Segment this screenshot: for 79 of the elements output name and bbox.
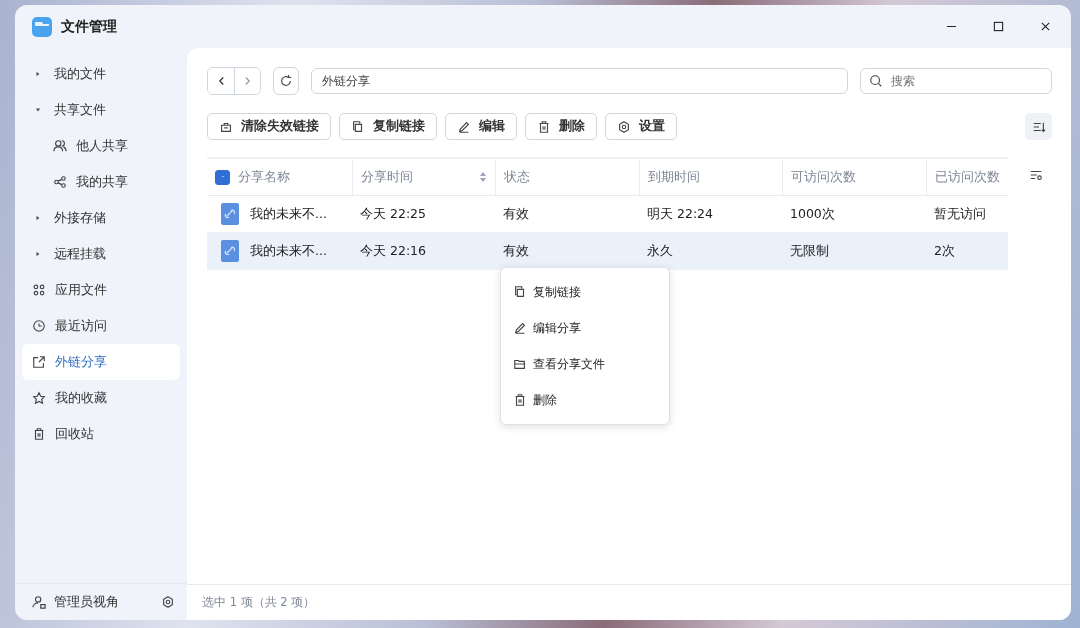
table-cell: 有效 — [503, 242, 529, 260]
toolbar-button[interactable]: 设置 — [605, 113, 677, 140]
menu-item[interactable]: 编辑分享 — [501, 310, 669, 346]
share-icon — [32, 355, 46, 369]
column-label: 到期时间 — [648, 168, 700, 186]
sidebar-item[interactable]: 回收站 — [22, 416, 180, 452]
table-cell: 有效 — [503, 205, 529, 223]
admin-view-label[interactable]: 管理员视角 — [54, 593, 119, 611]
sidebar-item[interactable]: 共享文件 — [22, 92, 180, 128]
toolbar-button[interactable]: 清除失效链接 — [207, 113, 331, 140]
column-header[interactable]: 可访问次数 — [782, 159, 926, 195]
trash-icon — [513, 393, 527, 407]
column-header[interactable]: 已访问次数 — [926, 159, 1008, 195]
window-title: 文件管理 — [61, 17, 117, 36]
column-label: 可访问次数 — [791, 168, 856, 186]
table-cell: 今天 22:25 — [360, 205, 426, 223]
pen-icon — [513, 321, 527, 335]
menu-item[interactable]: 查看分享文件 — [501, 346, 669, 382]
table-cell: 2次 — [934, 242, 955, 260]
sidebar-item[interactable]: 应用文件 — [22, 272, 180, 308]
settings-icon — [161, 595, 175, 609]
table-cell: 我的未来不... — [250, 242, 327, 260]
folder-icon — [513, 357, 527, 371]
sort-arrows-icon[interactable] — [479, 171, 487, 183]
status-bar: 选中 1 项（共 2 项） — [187, 584, 1071, 620]
toolbar-button[interactable]: 编辑 — [445, 113, 517, 140]
link-file-icon — [220, 239, 240, 263]
column-label: 分享名称 — [238, 168, 290, 186]
pen-icon — [457, 119, 471, 134]
column-label: 状态 — [504, 168, 530, 186]
sidebar-item[interactable]: 我的共享 — [22, 164, 180, 200]
table-row[interactable]: 我的未来不... 今天 22:16 有效 永久 无限制 2次 — [207, 233, 1008, 270]
chevron-right-icon — [244, 76, 251, 86]
toolbar-button[interactable]: 复制链接 — [339, 113, 437, 140]
table-cell: 暂无访问 — [934, 205, 986, 223]
search-icon — [869, 74, 883, 88]
refresh-icon — [279, 74, 293, 88]
sidebar-item[interactable]: 最近访问 — [22, 308, 180, 344]
column-header[interactable]: 状态 — [495, 159, 639, 195]
search-field[interactable]: 搜索 — [860, 68, 1052, 94]
toolbar-button[interactable]: 删除 — [525, 113, 597, 140]
star-icon — [32, 391, 46, 405]
menu-item[interactable]: 复制链接 — [501, 274, 669, 310]
folder-app-icon — [31, 15, 53, 38]
copy-icon — [351, 119, 365, 134]
table-cell: 1000次 — [790, 205, 835, 223]
column-header[interactable]: 分享名称 — [207, 159, 352, 195]
user-icon — [32, 595, 46, 609]
link-file-icon — [220, 202, 240, 226]
refresh-button[interactable] — [273, 67, 299, 95]
sidebar-item[interactable]: 他人共享 — [22, 128, 180, 164]
table-cell: 无限制 — [790, 242, 829, 260]
grid-icon — [32, 283, 46, 297]
column-settings-icon — [1029, 168, 1043, 182]
gear-icon — [617, 119, 631, 134]
table-cell: 今天 22:16 — [360, 242, 426, 260]
path-field[interactable]: 外链分享 — [311, 68, 848, 94]
sidebar-item[interactable]: 外链分享 — [22, 344, 180, 380]
people-icon — [53, 139, 67, 153]
column-header[interactable]: 分享时间 — [352, 159, 495, 195]
nodes-icon — [53, 175, 67, 189]
table-cell: 我的未来不... — [250, 205, 327, 223]
sidebar-item[interactable]: 我的收藏 — [22, 380, 180, 416]
copy-icon — [513, 285, 527, 299]
menu-item[interactable]: 删除 — [501, 382, 669, 418]
sidebar-item[interactable]: 远程挂载 — [22, 236, 180, 272]
sort-button[interactable] — [1025, 113, 1052, 140]
trash-icon — [537, 119, 551, 134]
trash-icon — [32, 427, 46, 441]
sidebar-item[interactable]: 我的文件 — [22, 56, 180, 92]
table-cell: 永久 — [647, 242, 673, 260]
table-cell: 明天 22:24 — [647, 205, 713, 223]
column-header[interactable]: 到期时间 — [639, 159, 782, 195]
sidebar-item[interactable]: 外接存储 — [22, 200, 180, 236]
chevron-left-icon — [217, 76, 225, 86]
clock-icon — [32, 319, 46, 333]
column-label: 已访问次数 — [935, 168, 1000, 186]
column-label: 分享时间 — [361, 168, 413, 186]
select-all-checkbox[interactable] — [215, 169, 230, 185]
